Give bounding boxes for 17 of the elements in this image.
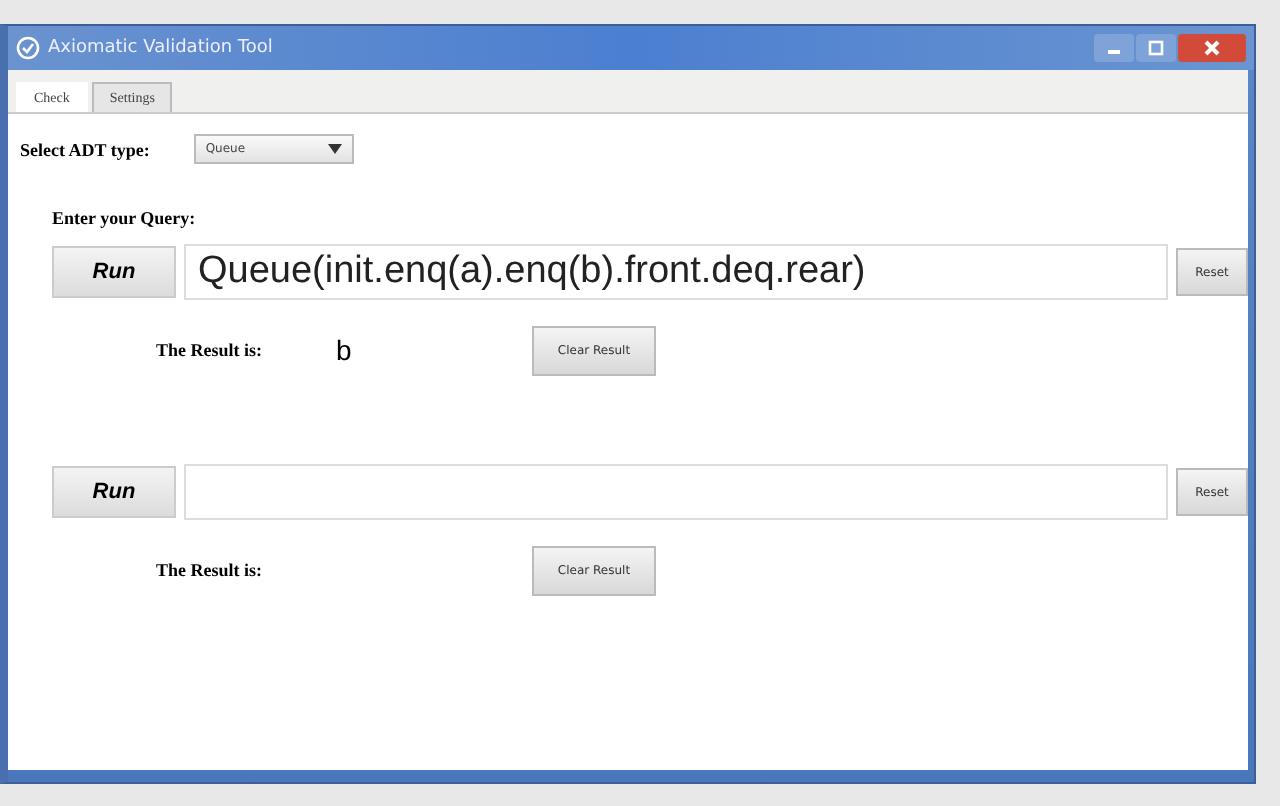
result-value: b — [336, 334, 354, 366]
query-prompt: Enter your Query: — [50, 206, 198, 228]
check-circle-icon — [16, 36, 40, 60]
minimize-button[interactable] — [1094, 34, 1134, 62]
caret-icon — [327, 144, 342, 154]
close-button[interactable] — [1178, 34, 1246, 62]
maximize-button[interactable] — [1136, 34, 1176, 62]
query-field[interactable] — [184, 464, 1168, 520]
result-label: The Result is: — [156, 340, 265, 360]
window-title: Axiomatic Validation Tool — [48, 38, 275, 58]
maximize-icon — [1146, 38, 1166, 58]
run-button[interactable]: Run — [52, 466, 176, 518]
query-field[interactable]: Queue(init.enq(a).enq(b).front.deq.rear) — [184, 244, 1168, 300]
run-button[interactable]: Run — [52, 246, 176, 298]
result-label: The Result is: — [156, 560, 265, 580]
close-icon — [1202, 38, 1222, 58]
adt-type-label: Select ADT type: — [20, 139, 150, 159]
